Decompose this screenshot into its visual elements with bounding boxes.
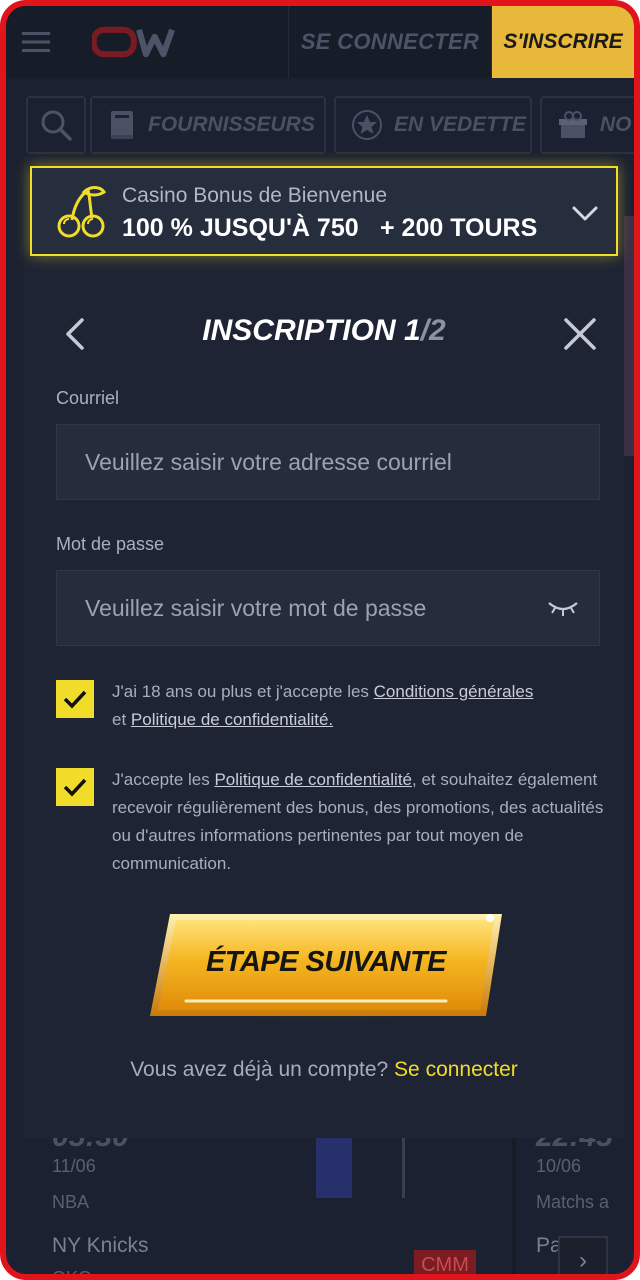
cherry-icon xyxy=(57,186,107,238)
bonus-amount: 100 % JUSQU'À 750 xyxy=(122,214,359,242)
bonus-spins: + 200 TOURS xyxy=(380,214,538,242)
next-step-label: ÉTAPE SUIVANTE xyxy=(205,946,447,978)
email-input[interactable] xyxy=(85,448,525,476)
login-prompt-line: Vous avez déjà un compte? Se connecter xyxy=(24,1058,624,1082)
bg-left-team2: OKC xyxy=(52,1268,92,1280)
nav-item-featured[interactable]: EN VEDETTE xyxy=(334,96,532,154)
hamburger-icon xyxy=(22,32,50,52)
login-prompt-text: Vous avez déjà un compte? xyxy=(130,1058,389,1081)
bg-right-league: Matchs a xyxy=(536,1192,610,1212)
bonus-title: Casino Bonus de Bienvenue xyxy=(122,184,388,207)
password-input[interactable] xyxy=(85,594,525,622)
password-label: Mot de passe xyxy=(56,534,165,554)
nav-item-new[interactable]: NO xyxy=(540,96,634,154)
star-icon xyxy=(352,110,382,140)
chevron-down-icon[interactable] xyxy=(568,196,602,230)
nav-item-label: NO xyxy=(600,113,632,136)
background-divider xyxy=(402,1138,405,1198)
privacy-link-2[interactable]: Politique de confidentialité xyxy=(214,770,412,789)
chevron-right-icon: › xyxy=(579,1247,587,1274)
marketing-consent-text: J'accepte les Politique de confidentiali… xyxy=(112,770,604,873)
login-button[interactable]: SE CONNECTER xyxy=(288,6,492,78)
password-field[interactable] xyxy=(56,570,600,646)
channel-badge: CMM xyxy=(414,1250,476,1274)
book-icon xyxy=(111,111,133,139)
age-terms-checkbox[interactable] xyxy=(56,680,94,718)
menu-button[interactable] xyxy=(6,6,66,78)
search-icon xyxy=(41,110,72,141)
terms-link[interactable]: Conditions générales xyxy=(374,682,534,701)
eye-closed-icon[interactable] xyxy=(545,595,581,619)
signup-modal: Casino Bonus de Bienvenue 100 % JUSQU'À … xyxy=(24,158,624,1138)
checkmark-icon xyxy=(63,690,87,709)
bg-left-league: NBA xyxy=(52,1192,90,1212)
gift-icon xyxy=(559,111,587,138)
bg-left-team: NY Knicks xyxy=(52,1234,149,1257)
phone-frame: 05:30 11/06 NBA NY Knicks OKC 22:45 10/0… xyxy=(0,0,640,1280)
nav-item-providers[interactable]: FOURNISSEURS xyxy=(90,96,326,154)
background-player-image xyxy=(316,1138,352,1198)
carousel-next-button[interactable]: › xyxy=(558,1236,608,1274)
close-icon[interactable] xyxy=(562,316,598,352)
nav-item-label: EN VEDETTE xyxy=(394,113,526,136)
brand-logo[interactable] xyxy=(66,6,186,78)
search-button[interactable] xyxy=(26,96,86,154)
email-label: Courriel xyxy=(56,388,120,408)
bg-right-date: 10/06 xyxy=(536,1156,582,1176)
login-link[interactable]: Se connecter xyxy=(394,1058,518,1081)
email-field[interactable] xyxy=(56,424,600,500)
nav-item-label: FOURNISSEURS xyxy=(148,113,315,136)
logo-mark xyxy=(92,26,175,58)
bg-left-date: 11/06 xyxy=(52,1156,96,1176)
category-nav: FOURNISSEURS EN VEDETTE NO xyxy=(6,88,634,160)
signup-button[interactable]: S'INSCRIRE xyxy=(492,6,634,78)
next-step-button[interactable]: ÉTAPE SUIVANTE xyxy=(146,906,506,1026)
marketing-consent-checkbox[interactable] xyxy=(56,768,94,806)
top-bar: SE CONNECTER S'INSCRIRE xyxy=(6,6,634,78)
welcome-bonus-banner[interactable]: Casino Bonus de Bienvenue 100 % JUSQU'À … xyxy=(30,166,618,256)
privacy-link[interactable]: Politique de confidentialité. xyxy=(131,710,333,729)
age-terms-text: J'ai 18 ans ou plus et j'accepte les Con… xyxy=(112,682,534,729)
background-card-divider xyxy=(512,1138,516,1274)
checkmark-icon xyxy=(63,778,87,797)
modal-title: INSCRIPTION 1/2 xyxy=(202,314,446,347)
